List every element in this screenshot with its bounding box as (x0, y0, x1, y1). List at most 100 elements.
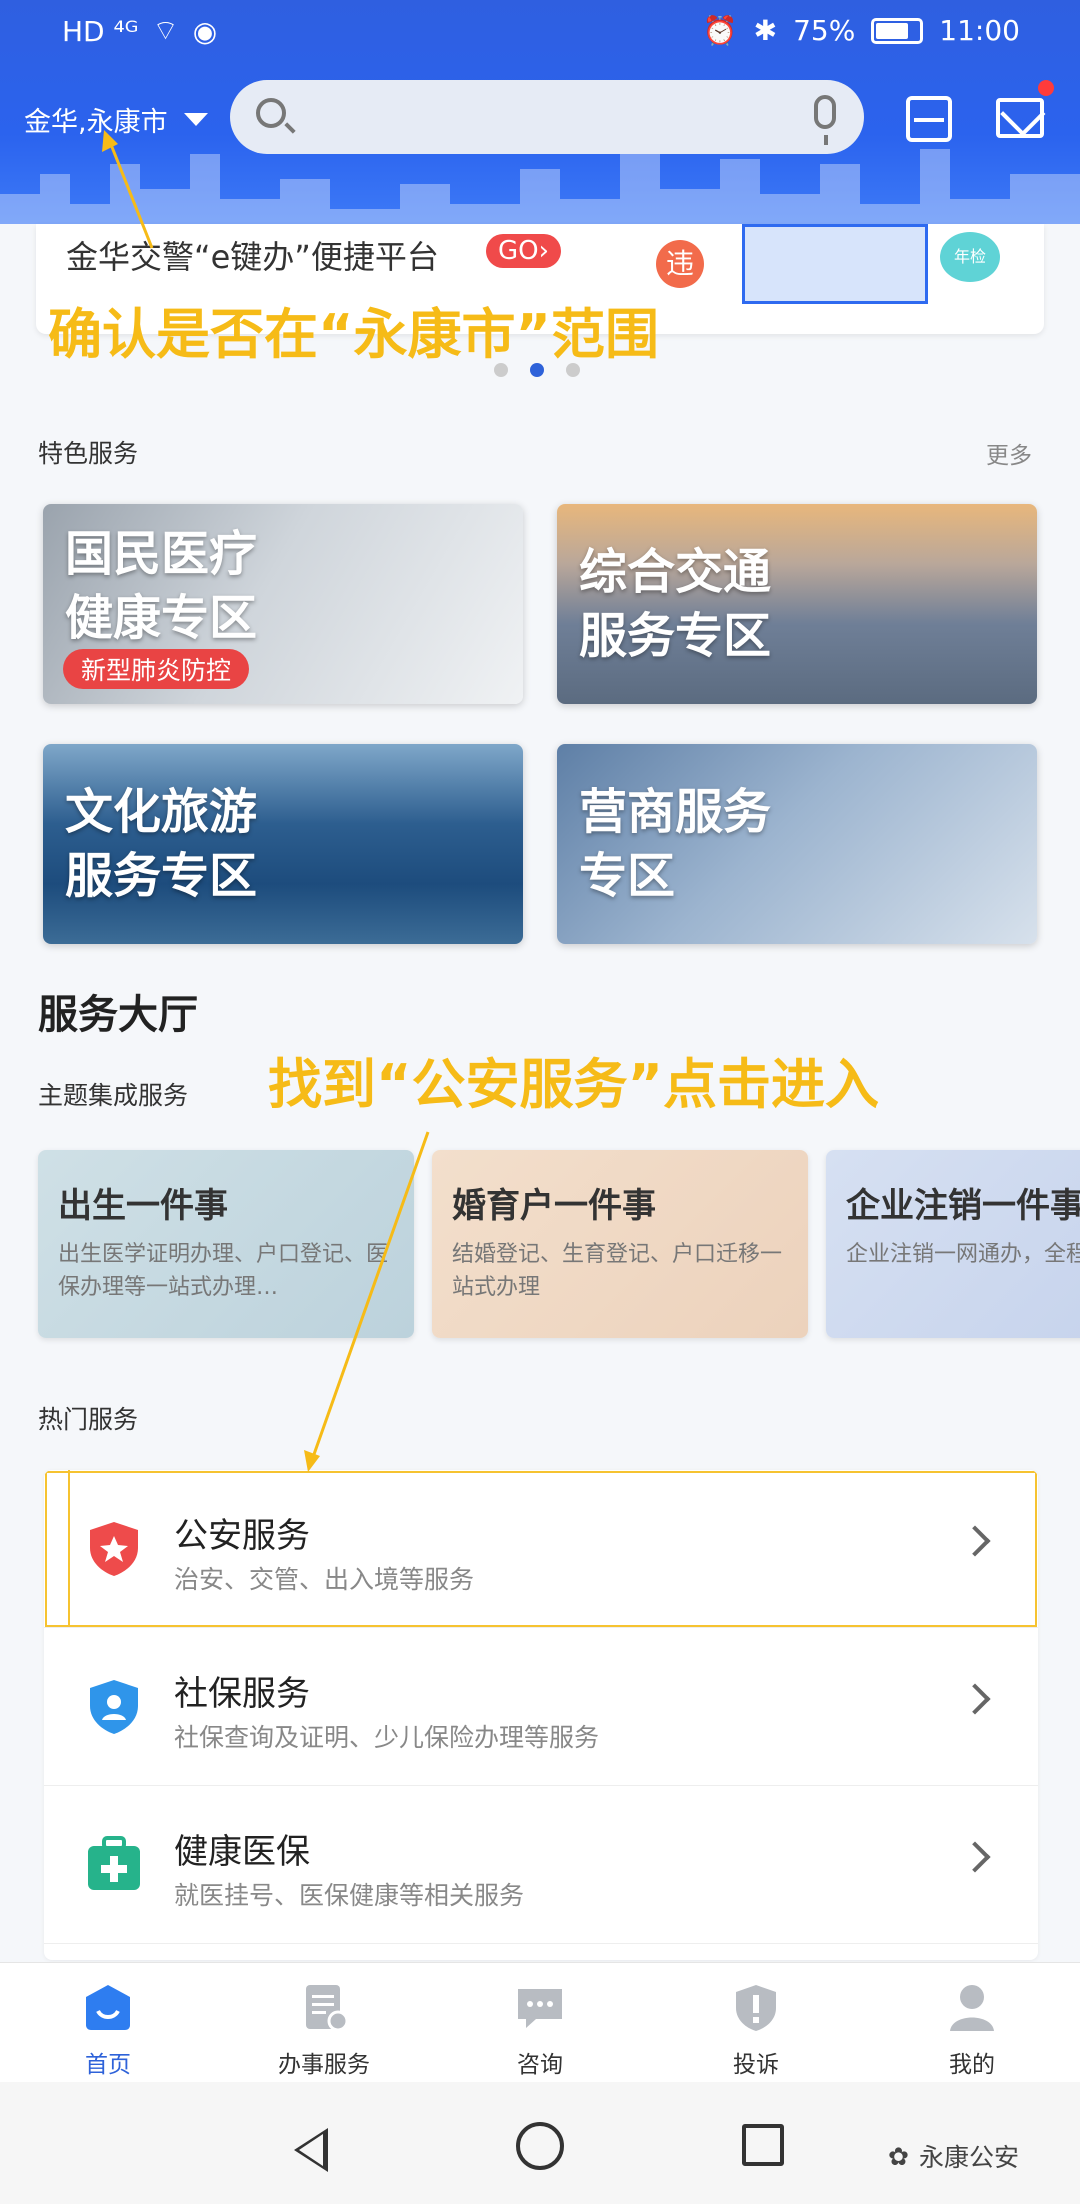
theme-card-desc: 出生医学证明办理、户口登记、医保办理等一站式办理… (58, 1242, 389, 1300)
annotation-confirm-city: 确认是否在“永康市”范围 (48, 303, 659, 366)
special-services-title: 特色服务 (38, 439, 139, 468)
search-icon (256, 98, 286, 128)
tile-medical-health[interactable]: 国民医疗 健康专区 新型肺炎防控 (43, 504, 523, 704)
city-selector[interactable]: 金华,永康市 (24, 100, 208, 139)
violation-icon: 违 (656, 240, 704, 288)
theme-card-desc: 企业注销一网通办，全程跑一次 (846, 1242, 1080, 1267)
nav-label: 投诉 (733, 2052, 779, 2078)
microphone-icon[interactable] (814, 95, 836, 145)
scan-icon[interactable] (906, 96, 952, 142)
bottom-nav: 首页 办事服务 咨询 投诉 我的 (0, 1962, 1080, 2082)
go-badge: GO› (486, 234, 562, 268)
clock: 11:00 (939, 14, 1020, 47)
tile-transport[interactable]: 综合交通 服务专区 (557, 504, 1037, 704)
annotation-find-police: 找到“公安服务”点击进入 (268, 1053, 879, 1116)
mail-icon[interactable] (996, 98, 1044, 138)
chevron-right-icon (959, 1683, 991, 1715)
app-screen: HD ⁴ᴳ ⌔ ◉ ⏰ ✱ 75% 11:00 金华,永康市 金华交警“e键办”… (0, 0, 1080, 2204)
nav-label: 办事服务 (278, 2052, 370, 2078)
hot-item-health-insurance[interactable]: 健康医保 就医挂号、医保健康等相关服务 (44, 1786, 1038, 1944)
hot-item-desc: 社保查询及证明、少儿保险办理等服务 (174, 1723, 600, 1752)
notification-dot (1038, 80, 1054, 96)
nav-label: 咨询 (517, 2052, 563, 2078)
hot-item-social-security[interactable]: 社保服务 社保查询及证明、少儿保险办理等服务 (44, 1628, 1038, 1786)
search-input[interactable] (230, 80, 864, 154)
hot-services-title: 热门服务 (38, 1405, 139, 1434)
wechat-icon: ✿ (888, 2141, 909, 2171)
hot-item-title: 社保服务 (174, 1674, 310, 1714)
tile-title: 营商服务 专区 (579, 780, 771, 908)
network-indicator: HD ⁴ᴳ (62, 15, 139, 48)
arrow-head-police (304, 1450, 320, 1472)
status-right: ⏰ ✱ 75% 11:00 (703, 14, 1020, 47)
hot-item-desc: 就医挂号、医保健康等相关服务 (174, 1881, 525, 1910)
banner-text: 金华交警“e键办”便捷平台 (66, 238, 439, 276)
wifi-icon: ⌔ (152, 14, 179, 47)
chevron-down-icon (183, 113, 208, 126)
home-circle-icon[interactable] (516, 2122, 564, 2170)
nav-services[interactable]: 办事服务 (216, 1973, 432, 2079)
banner-illustration (742, 224, 928, 304)
status-left: HD ⁴ᴳ ⌔ ◉ (62, 14, 217, 49)
theme-card-title: 婚育户一件事 (452, 1186, 656, 1226)
header: HD ⁴ᴳ ⌔ ◉ ⏰ ✱ 75% 11:00 金华,永康市 (0, 0, 1080, 224)
tile-title: 文化旅游 服务专区 (65, 780, 257, 908)
tile-culture-tourism[interactable]: 文化旅游 服务专区 (43, 744, 523, 944)
battery-icon (871, 17, 924, 44)
city-label: 金华,永康市 (24, 107, 168, 138)
tile-line1: 文化旅游 (65, 784, 258, 840)
alarm-icon: ⏰ (702, 14, 738, 47)
tile-title: 国民医疗 健康专区 (65, 522, 257, 650)
battery-percent: 75% (793, 14, 856, 47)
hot-item-title: 健康医保 (174, 1832, 310, 1872)
chevron-right-icon (959, 1841, 991, 1873)
tile-line1: 营商服务 (579, 784, 772, 840)
hot-item-title: 公安服务 (174, 1516, 310, 1556)
back-icon[interactable] (294, 2128, 328, 2172)
theme-card-marriage[interactable]: 婚育户一件事 结婚登记、生育登记、户口迁移一站式办理 (432, 1150, 808, 1338)
social-security-shield-icon (90, 1680, 138, 1734)
nav-profile[interactable]: 我的 (864, 1973, 1080, 2079)
bluetooth-icon: ✱ (753, 14, 778, 47)
tile-title: 综合交通 服务专区 (579, 540, 771, 668)
theme-services-title: 主题集成服务 (38, 1081, 189, 1110)
hot-item-desc: 治安、交管、出入境等服务 (174, 1565, 475, 1594)
theme-card-enterprise[interactable]: 企业注销一件事 企业注销一网通办，全程跑一次 (826, 1150, 1080, 1338)
annual-inspection-icon: 年检 (940, 232, 1000, 282)
service-hall-title: 服务大厅 (38, 992, 198, 1038)
nav-home[interactable]: 首页 (0, 1973, 216, 2079)
user-icon (950, 1985, 994, 2031)
system-navigation-bar: ✿ 永康公安 (0, 2082, 1080, 2204)
nav-label: 我的 (949, 2052, 995, 2078)
watermark-text: 永康公安 (918, 2143, 1019, 2172)
home-icon (86, 1985, 130, 2030)
tile-line2: 服务专区 (579, 608, 772, 664)
nav-consult[interactable]: 咨询 (432, 1973, 648, 2079)
recent-apps-icon[interactable] (742, 2124, 784, 2166)
hot-services-list: 公安服务 治安、交管、出入境等服务 社保服务 社保查询及证明、少儿保险办理等服务… (44, 1470, 1038, 1960)
tile-line1: 综合交通 (579, 544, 772, 600)
hot-item-police[interactable]: 公安服务 治安、交管、出入境等服务 (44, 1470, 1038, 1628)
chat-icon (518, 1989, 562, 2028)
wechat-watermark: ✿ 永康公安 (888, 2138, 1019, 2174)
tile-line2: 服务专区 (65, 848, 258, 904)
theme-card-desc: 结婚登记、生育登记、户口迁移一站式办理 (452, 1242, 783, 1300)
eye-icon: ◉ (192, 15, 218, 48)
police-shield-icon (90, 1522, 138, 1576)
tile-business[interactable]: 营商服务 专区 (557, 744, 1037, 944)
tile-line2: 专区 (579, 848, 676, 904)
nav-complaint[interactable]: 投诉 (648, 1973, 864, 2079)
status-bar: HD ⁴ᴳ ⌔ ◉ ⏰ ✱ 75% 11:00 (0, 0, 1080, 64)
theme-card-title: 出生一件事 (58, 1186, 228, 1226)
chevron-right-icon (959, 1525, 991, 1557)
more-link[interactable]: 更多 (986, 436, 1032, 470)
theme-card-birth[interactable]: 出生一件事 出生医学证明办理、户口登记、医保办理等一站式办理… (38, 1150, 414, 1338)
alert-shield-icon (736, 1985, 776, 2031)
theme-card-title: 企业注销一件事 (846, 1186, 1080, 1226)
epidemic-badge: 新型肺炎防控 (63, 649, 250, 689)
tile-line2: 健康专区 (65, 590, 258, 646)
medical-kit-icon (88, 1836, 140, 1890)
tile-line1: 国民医疗 (65, 526, 258, 582)
nav-label: 首页 (85, 2052, 131, 2078)
document-icon (306, 1985, 349, 2032)
